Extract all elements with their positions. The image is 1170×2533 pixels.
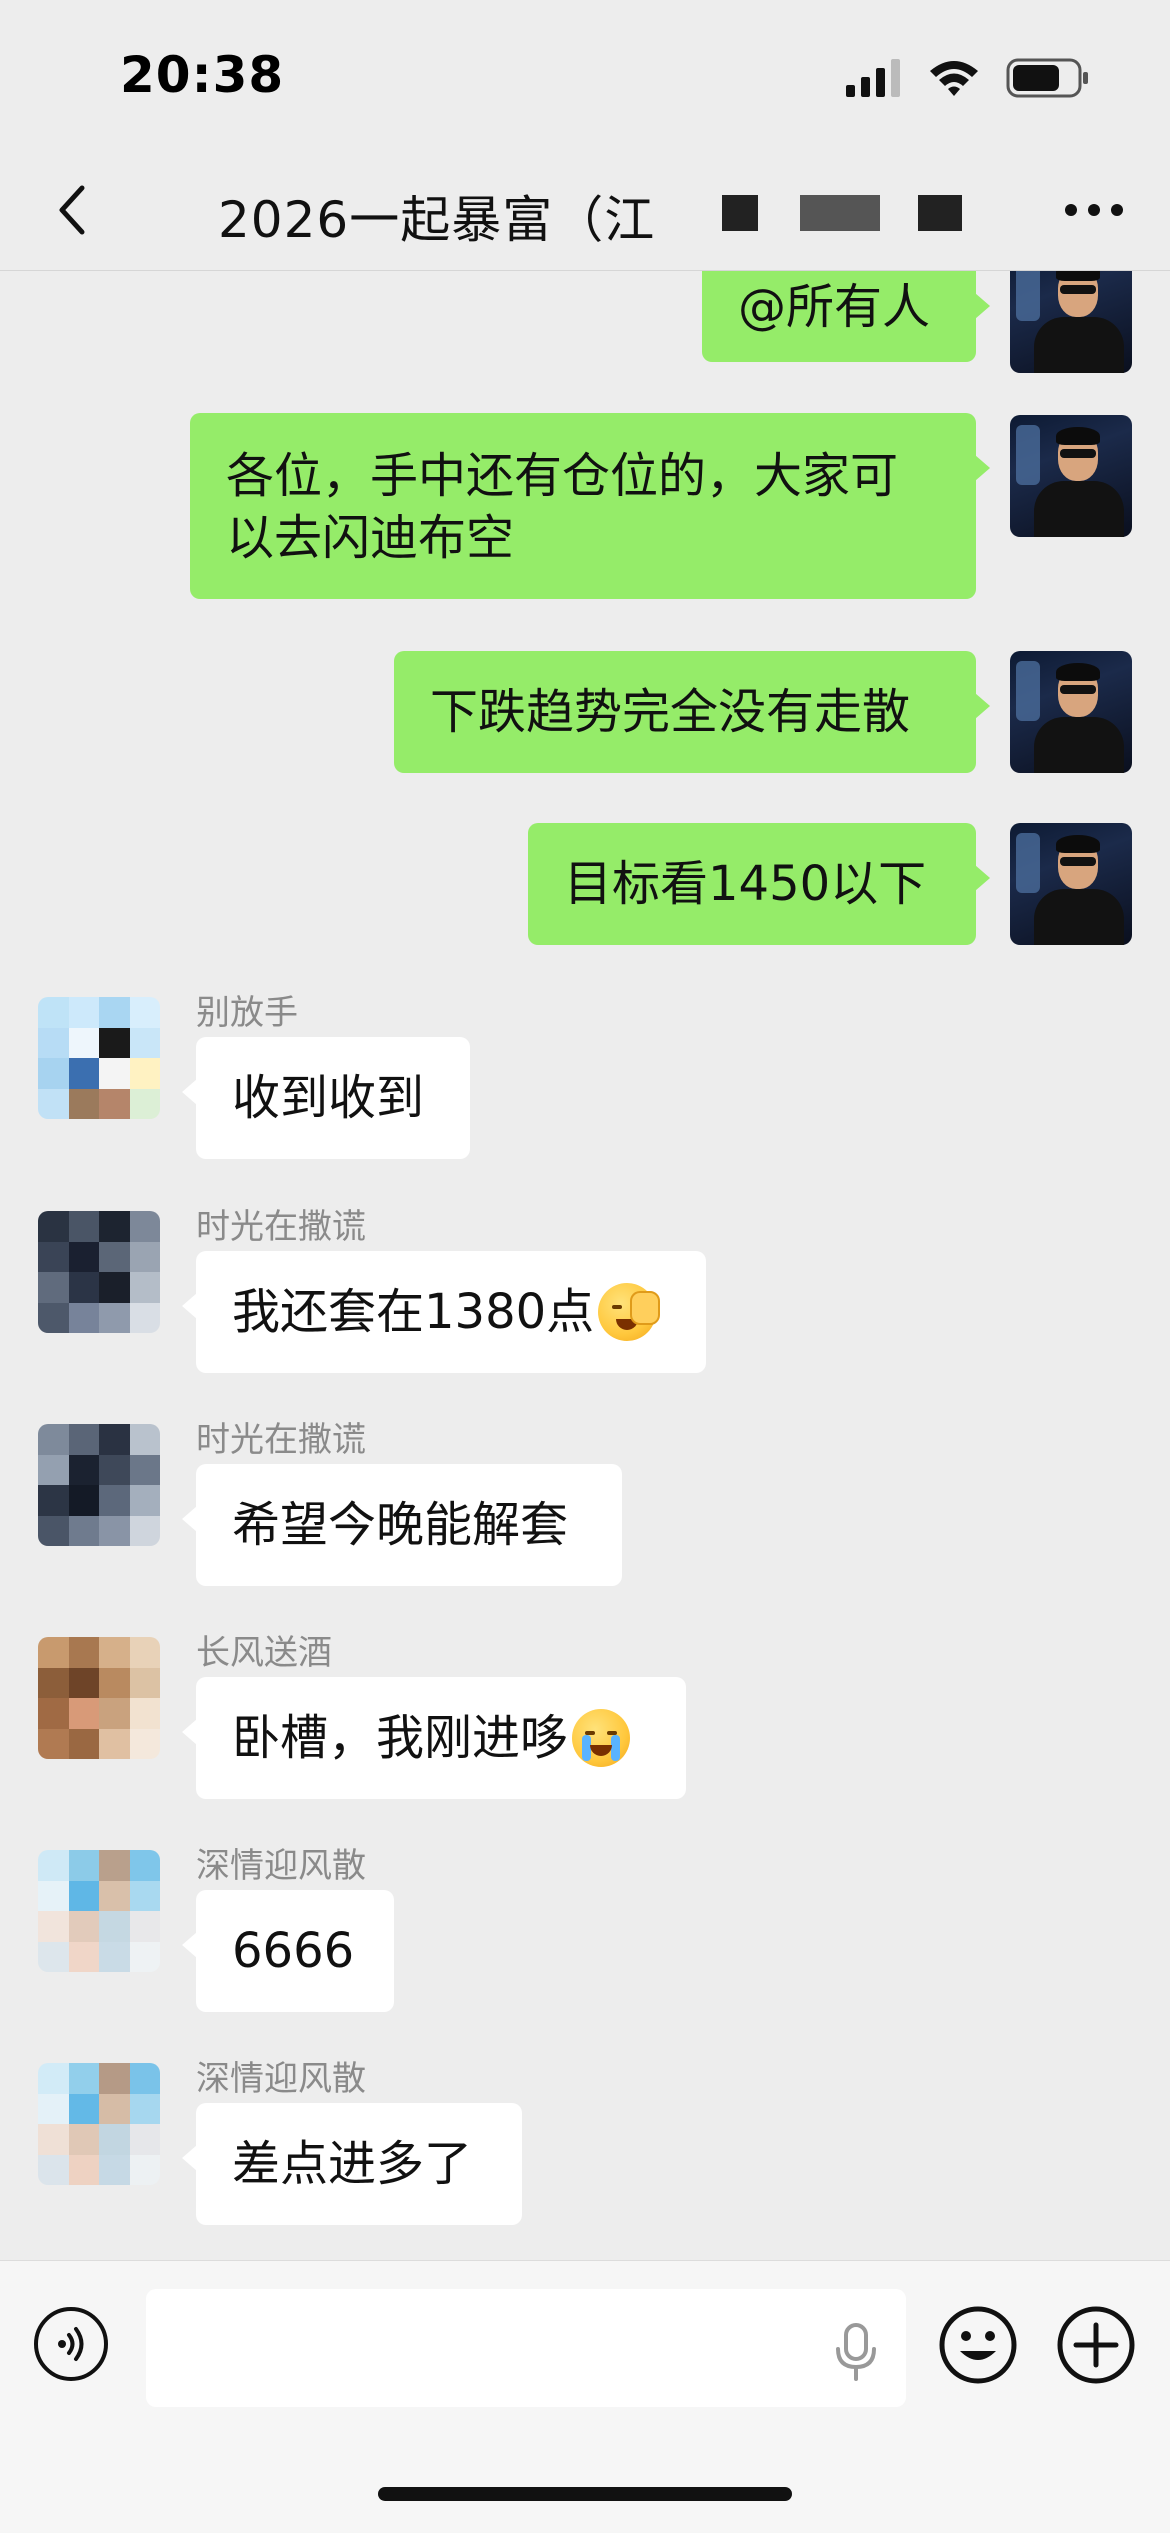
- message-text: 差点进多了: [232, 2136, 473, 2192]
- voice-icon: [58, 2327, 84, 2361]
- avatar[interactable]: [38, 2063, 160, 2185]
- status-bar: 20:38: [0, 0, 1170, 150]
- avatar[interactable]: [38, 1424, 160, 1546]
- message-bubble[interactable]: 差点进多了: [182, 2103, 522, 2225]
- message-bubble[interactable]: 6666: [182, 1890, 394, 2012]
- message-bubble[interactable]: 卧槽，我刚进哆: [182, 1677, 686, 1799]
- message-text: 收到收到: [232, 1070, 425, 1126]
- message-text: 各位，手中还有仓位的，大家可以去闪迪布空: [226, 448, 899, 566]
- message-text: @所有人: [738, 278, 931, 335]
- message-text: 卧槽，我刚进哆: [232, 1710, 569, 1766]
- sender-name: 长风送酒: [196, 1633, 332, 1673]
- plus-icon[interactable]: [1056, 2305, 1136, 2385]
- sender-name: 深情迎风散: [196, 1846, 366, 1886]
- status-icons: [846, 56, 1090, 100]
- message-bubble[interactable]: @所有人: [702, 271, 990, 362]
- sender-name: 时光在撒谎: [196, 1420, 366, 1460]
- microphone-icon[interactable]: [832, 2323, 880, 2381]
- title-redaction: [800, 195, 880, 231]
- back-button[interactable]: [40, 178, 104, 242]
- voice-input-button[interactable]: [34, 2307, 108, 2381]
- message-text: 下跌趋势完全没有走散: [430, 684, 911, 740]
- avatar[interactable]: [38, 1850, 160, 1972]
- avatar[interactable]: [1010, 415, 1132, 537]
- chat-message-list[interactable]: @所有人 各位，手中还有仓位的，大家可以去闪迪布空 下跌趋势完全没有走散 目标看…: [0, 271, 1170, 2259]
- avatar[interactable]: [38, 997, 160, 1119]
- message-text: 6666: [232, 1923, 355, 1979]
- home-indicator[interactable]: [378, 2487, 792, 2501]
- message-text: 我还套在1380点: [232, 1284, 595, 1340]
- avatar[interactable]: [1010, 271, 1132, 373]
- sender-name: 别放手: [196, 993, 298, 1033]
- message-text: 希望今晚能解套: [232, 1497, 569, 1553]
- avatar[interactable]: [1010, 823, 1132, 945]
- message-input[interactable]: [146, 2289, 906, 2407]
- wifi-icon: [930, 61, 978, 96]
- title-redaction: [918, 195, 962, 231]
- crying-face-emoji: [572, 1709, 631, 1767]
- more-dots-icon: [1065, 204, 1123, 216]
- message-bubble[interactable]: 收到收到: [182, 1037, 470, 1159]
- message-bubble[interactable]: 我还套在1380点: [182, 1251, 706, 1373]
- face-palm-emoji: [598, 1283, 661, 1341]
- battery-icon: [1006, 58, 1088, 98]
- title-redaction: [722, 195, 758, 231]
- cellular-signal-icon: [846, 59, 900, 97]
- message-bubble[interactable]: 各位，手中还有仓位的，大家可以去闪迪布空: [190, 413, 990, 599]
- avatar[interactable]: [38, 1211, 160, 1333]
- emoji-face-icon[interactable]: [938, 2305, 1018, 2385]
- message-text: 目标看1450以下: [564, 856, 927, 912]
- status-time: 20:38: [120, 46, 285, 104]
- chevron-left-icon: [59, 185, 85, 235]
- more-button[interactable]: [1058, 178, 1130, 242]
- message-bubble[interactable]: 下跌趋势完全没有走散: [394, 651, 990, 773]
- chat-title: 2026一起暴富（江: [218, 191, 656, 249]
- sender-name: 深情迎风散: [196, 2059, 366, 2099]
- sender-name: 时光在撒谎: [196, 1207, 366, 1247]
- avatar[interactable]: [1010, 651, 1132, 773]
- message-bubble[interactable]: 希望今晚能解套: [182, 1464, 622, 1586]
- message-bubble[interactable]: 目标看1450以下: [528, 823, 990, 945]
- chat-header: 2026一起暴富（江: [0, 150, 1170, 271]
- avatar[interactable]: [38, 1637, 160, 1759]
